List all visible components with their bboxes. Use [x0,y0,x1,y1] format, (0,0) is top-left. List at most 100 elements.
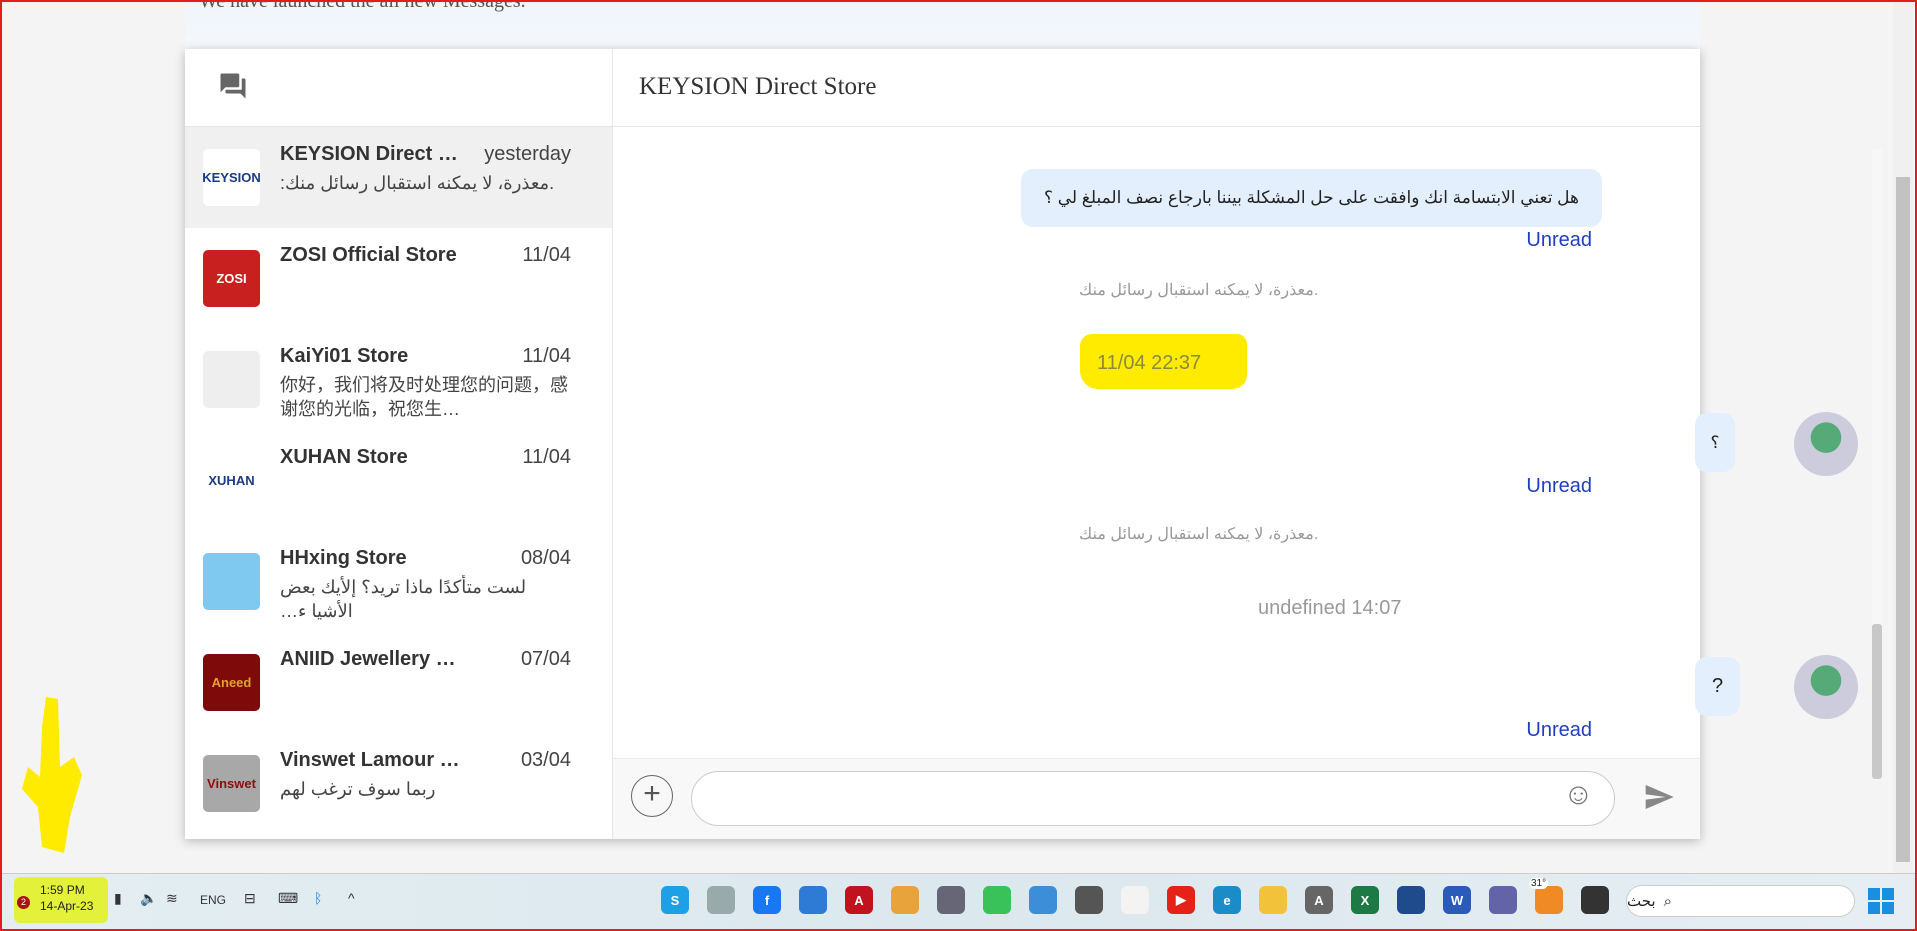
conversation-item[interactable]: KaiYi01 Store 11/04 你好，我们将及时处理您的问题，感谢您的光… [185,329,612,430]
messages-window: KEYSION KEYSION Direct Store yesterday .… [185,49,1882,839]
search-icon: ⌕ [1663,892,1672,910]
unread-status: Unread [1526,229,1592,251]
wifi-icon[interactable]: ≋ [166,890,178,907]
user-avatar [1794,412,1858,476]
conversation-preview: ربما سوف ترغب لهم [280,779,436,799]
store-logo-text: Vinswet [207,776,256,791]
store-logo: Vinswet [203,755,260,812]
taskbar-search[interactable]: ⌕ بحث [1626,885,1855,917]
chat-scrollbar[interactable] [1872,149,1882,779]
page-scrollbar[interactable] [1893,0,1913,873]
conversation-name: KaiYi01 Store [280,345,409,367]
conversation-item[interactable]: XUHAN XUHAN Store 11/04 [185,430,612,531]
conversation-date: 08/04 [520,547,571,569]
store-logo-text: ZOSI [216,271,247,286]
chat-pane: KEYSION Direct Store هل تعني الابتسامة ا… [613,49,1882,839]
store-logo: ZOSI [203,250,260,307]
store-logo-text: Aneed [211,675,252,690]
taskbar-skype-icon[interactable]: S [661,886,689,914]
taskbar-excel-icon[interactable]: X [1351,886,1379,914]
taskbar-teams-icon[interactable] [1489,886,1517,914]
banner-text: We have launched the all new Messages. [199,0,526,12]
chat-scrollbar-thumb[interactable] [1872,624,1882,779]
system-message: .معذرة، لا يمكنه استقبال رسائل منك [1079,282,1319,299]
conversation-name: ZOSI Official Store [280,244,457,266]
taskbar-calculator-icon[interactable] [1075,886,1103,914]
conversation-date: 11/04 [522,345,571,367]
battery-icon[interactable]: ▮ [114,890,122,907]
store-logo-text: XUHAN [208,473,255,488]
store-logo: Aneed [203,654,260,711]
taskbar-store-icon[interactable] [1397,886,1425,914]
message-composer: + ☺ [613,758,1700,839]
conversation-item[interactable]: ZOSI ZOSI Official Store 11/04 [185,228,612,329]
taskbar-weather-icon[interactable] [1535,886,1563,914]
conversation-date: yesterday [484,143,571,165]
chat-header: KEYSION Direct Store [613,49,1700,127]
message-bubble: ؟ [1695,413,1735,472]
emoji-icon[interactable]: ☺ [1563,779,1594,811]
taskbar-settings-icon[interactable] [937,886,965,914]
taskbar-chrome-icon[interactable] [891,886,919,914]
conversation-date: 11/04 [522,446,571,468]
conversation-name: HHxing Store [280,547,407,569]
unread-status: Unread [1526,719,1592,741]
taskbar-acrobat-icon[interactable]: A [845,886,873,914]
conversation-date: 03/04 [520,749,571,771]
message-input[interactable] [691,771,1615,826]
taskbar: 2 1:59 PM 14-Apr-23 ▮ 🔈 ≋ ENG ⊟ ⌨ ᛒ ^ Sf A… [0,873,1917,931]
taskbar-edge-icon[interactable]: e [1213,886,1241,914]
user-avatar [1794,655,1858,719]
taskbar-youtube-icon[interactable]: ▶ [1167,886,1195,914]
conversation-item[interactable]: Aneed ANIID Jewellery Official Store 07/… [185,632,612,733]
weather-temperature[interactable]: 31° [1529,878,1549,889]
conversation-item[interactable]: Vinswet Vinswet Lamour Store 03/04 ربما … [185,733,612,834]
store-logo: XUHAN [203,452,260,509]
conversation-name: KEYSION Direct Store [280,143,470,165]
taskbar-facebook-icon[interactable]: f [753,886,781,914]
conversation-item[interactable]: KEYSION KEYSION Direct Store yesterday .… [185,127,612,228]
taskbar-photos-icon[interactable] [799,886,827,914]
add-attachment-button[interactable]: + [631,775,673,817]
taskbar-font-app-icon[interactable]: A [1305,886,1333,914]
send-icon[interactable] [1641,781,1677,813]
windows-start-icon[interactable] [1868,888,1894,914]
taskbar-notepad-icon[interactable] [1029,886,1057,914]
language-indicator[interactable]: ENG [200,893,226,907]
message-bubble: هل تعني الابتسامة انك وافقت على حل المشك… [1021,169,1602,227]
conversation-list: KEYSION KEYSION Direct Store yesterday .… [185,49,613,839]
conversation-name: XUHAN Store [280,446,408,468]
taskbar-file-explorer-icon[interactable] [1259,886,1287,914]
yellow-pointer-drawing [22,697,82,853]
conversation-item[interactable]: HHxing Store 08/04 لست متأكدًا ماذا تريد… [185,531,612,632]
clock[interactable]: 1:59 PM 14-Apr-23 [40,882,93,914]
conversation-preview: لست متأكدًا ماذا تريد؟ إلأيك بعض الأشيا … [280,577,527,621]
store-logo-text: KEYSION [203,170,260,185]
show-hidden-icons-chevron-icon[interactable]: ^ [348,890,355,906]
notification-badge[interactable]: 2 [17,896,30,909]
volume-icon[interactable]: 🔈 [140,890,157,907]
bluetooth-icon[interactable]: ᛒ [314,890,322,906]
taskbar-wechat-icon[interactable] [983,886,1011,914]
taskbar-word-icon[interactable]: W [1443,886,1471,914]
conversation-list-header [185,49,612,127]
chat-bubbles-icon[interactable] [217,71,249,101]
store-logo [203,553,260,610]
timestamp: 11/04 22:37 [1097,352,1202,374]
clock-date: 14-Apr-23 [40,899,94,913]
conversation-preview: 你好，我们将及时处理您的问题，感谢您的光临，祝您生… [280,375,568,419]
taskbar-task-view-icon[interactable] [1581,886,1609,914]
system-message: .معذرة، لا يمكنه استقبال رسائل منك [1079,526,1319,543]
taskbar-scanner-icon[interactable] [707,886,735,914]
page-scrollbar-thumb[interactable] [1896,177,1910,862]
conversation-name: Vinswet Lamour Store [280,749,470,771]
conversation-date: 07/04 [520,648,571,670]
keyboard-icon[interactable]: ⌨ [278,890,298,907]
clock-time: 1:59 PM [40,883,85,897]
conversation-preview: .معذرة، لا يمكنه استقبال رسائل منك: [280,173,555,193]
taskbar-snipping-tool-icon[interactable] [1121,886,1149,914]
store-logo [203,351,260,408]
unread-status: Unread [1526,475,1592,497]
touchpad-icon[interactable]: ⊟ [244,890,256,907]
message-bubble: ? [1695,657,1740,716]
